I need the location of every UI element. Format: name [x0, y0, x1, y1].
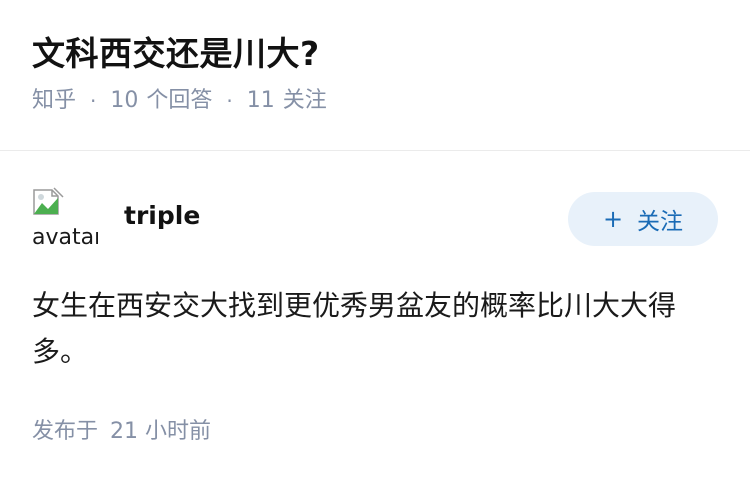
question-source[interactable]: 知乎 — [32, 86, 76, 116]
answer-count-label: 个回答 — [146, 88, 213, 113]
follow-button-label: 关注 — [637, 209, 684, 235]
question-meta: 知乎 · 10 个回答 · 11 关注 — [32, 86, 722, 116]
question-title[interactable]: 文科西交还是川大? — [32, 30, 722, 78]
answer-content[interactable]: 女生在西安交大找到更优秀男盆友的概率比川大大得多。 — [32, 283, 722, 375]
follow-count: 11 — [246, 88, 275, 113]
answer-footer: 发布于 21 小时前 — [32, 417, 211, 447]
meta-separator: · — [226, 89, 233, 113]
avatar[interactable]: avatar — [32, 186, 98, 250]
header-divider — [0, 150, 750, 151]
follow-count-label: 关注 — [282, 88, 327, 113]
follow-author-button[interactable]: + 关注 — [568, 192, 718, 246]
broken-image-icon — [33, 187, 64, 215]
plus-icon: + — [602, 205, 624, 233]
question-header: 文科西交还是川大? 知乎 · 10 个回答 · 11 关注 — [32, 30, 722, 116]
meta-separator: · — [90, 89, 97, 113]
avatar-alt-text: avatar — [32, 225, 98, 250]
answer-count: 10 — [110, 88, 139, 113]
answer-author: avatar triple + 关注 — [32, 186, 718, 250]
published-time: 21 小时前 — [110, 419, 212, 444]
author-name[interactable]: triple — [124, 200, 200, 232]
published-label: 发布于 — [32, 419, 99, 444]
